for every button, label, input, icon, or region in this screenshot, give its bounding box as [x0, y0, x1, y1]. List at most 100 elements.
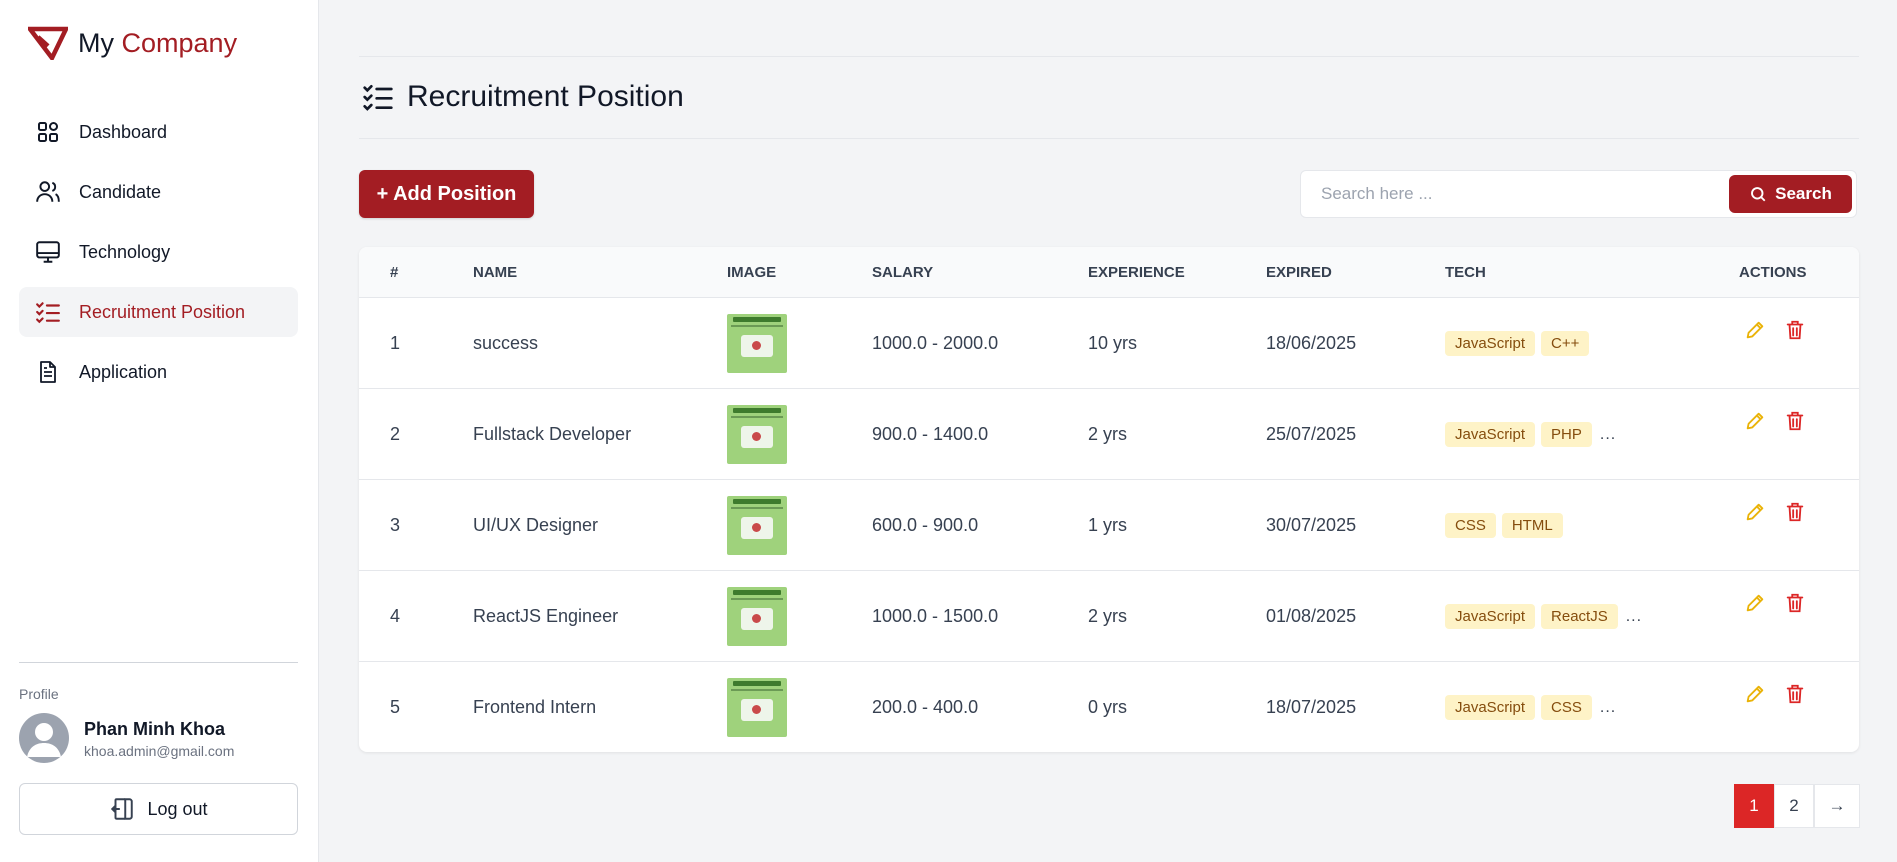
table-row: 3 UI/UX Designer 600.0 - 900.0 1 yrs 30/… [359, 480, 1859, 571]
col-header-index[interactable]: # [390, 264, 398, 281]
trash-icon [1786, 593, 1804, 613]
sidebar-item-dashboard[interactable]: Dashboard [19, 107, 298, 157]
salary-range: 600.0 - 900.0 [872, 515, 979, 535]
tech-tags: CSS HTML [1445, 513, 1569, 538]
sidebar-item-recruitment-position[interactable]: Recruitment Position [19, 287, 298, 337]
col-header-experience[interactable]: EXPERIENCE [1088, 264, 1185, 281]
position-image [727, 405, 787, 464]
position-image [727, 678, 787, 737]
experience: 2 yrs [1088, 606, 1128, 626]
position-name: success [473, 333, 539, 353]
brand-logo[interactable]: My Company [28, 26, 237, 60]
next-page-button[interactable]: → [1814, 784, 1860, 828]
top-divider [359, 56, 1859, 57]
logout-icon [111, 798, 134, 820]
table-row: 5 Frontend Intern 200.0 - 400.0 0 yrs 18… [359, 662, 1859, 752]
col-header-expired[interactable]: EXPIRED [1266, 264, 1332, 281]
add-position-button[interactable]: + Add Position [359, 170, 534, 218]
list-check-icon [35, 299, 61, 325]
tech-tags: JavaScript C++ [1445, 331, 1595, 356]
sidebar-item-label: Application [79, 361, 168, 382]
table-header: # NAME IMAGE SALARY EXPERIENCE EXPIRED T… [359, 247, 1859, 298]
table-row: 4 ReactJS Engineer 1000.0 - 1500.0 2 yrs… [359, 571, 1859, 662]
pencil-icon [1746, 594, 1764, 612]
recruitment-thumbnail [727, 314, 787, 373]
profile-section-label: Profile [19, 686, 59, 702]
col-header-image[interactable]: IMAGE [727, 264, 776, 281]
recruitment-thumbnail [727, 496, 787, 555]
more-tags-indicator[interactable]: ... [1600, 426, 1616, 444]
table-row: 2 Fullstack Developer 900.0 - 1400.0 2 y… [359, 389, 1859, 480]
delete-button[interactable] [1781, 316, 1809, 344]
trash-icon [1786, 320, 1804, 340]
sidebar-item-label: Recruitment Position [79, 301, 246, 322]
edit-button[interactable] [1741, 680, 1769, 708]
expired-date: 18/07/2025 [1266, 697, 1357, 717]
row-actions [1741, 407, 1821, 435]
row-actions [1741, 589, 1821, 617]
page-button-2[interactable]: 2 [1774, 784, 1814, 828]
logo-mark-icon [28, 26, 68, 60]
expired-date: 30/07/2025 [1266, 515, 1357, 535]
brand-name: My Company [78, 27, 238, 58]
col-header-salary[interactable]: SALARY [872, 264, 933, 281]
positions-table: # NAME IMAGE SALARY EXPERIENCE EXPIRED T… [359, 247, 1859, 752]
avatar[interactable] [19, 713, 69, 763]
edit-button[interactable] [1741, 589, 1769, 617]
row-actions [1741, 316, 1821, 344]
delete-button[interactable] [1781, 498, 1809, 526]
edit-button[interactable] [1741, 316, 1769, 344]
sidebar: My Company Dashboard Candidate Technolog… [0, 0, 319, 862]
salary-range: 1000.0 - 1500.0 [872, 606, 999, 626]
pencil-icon [1746, 685, 1764, 703]
more-tags-indicator[interactable]: ... [1626, 608, 1642, 626]
delete-button[interactable] [1781, 589, 1809, 617]
user-avatar-icon [27, 723, 61, 757]
monitor-icon [35, 239, 61, 265]
salary-range: 900.0 - 1400.0 [872, 424, 989, 444]
more-tags-indicator[interactable]: ... [1600, 699, 1616, 717]
sidebar-item-label: Technology [79, 241, 171, 262]
search-button-label: Search [1775, 184, 1832, 203]
sidebar-item-candidate[interactable]: Candidate [19, 167, 298, 217]
logout-button[interactable]: Log out [19, 783, 298, 835]
row-index: 3 [390, 515, 401, 535]
col-header-name[interactable]: NAME [473, 264, 517, 281]
sidebar-item-technology[interactable]: Technology [19, 227, 298, 277]
tech-tags: JavaScript CSS... [1445, 695, 1616, 720]
profile-name: Phan Minh Khoa [84, 719, 225, 739]
page-title: Recruitment Position [407, 80, 684, 113]
expired-date: 25/07/2025 [1266, 424, 1357, 444]
experience: 10 yrs [1088, 333, 1138, 353]
expired-date: 01/08/2025 [1266, 606, 1357, 626]
row-index: 2 [390, 424, 401, 444]
profile-email: khoa.admin@gmail.com [84, 743, 235, 759]
edit-button[interactable] [1741, 407, 1769, 435]
expired-date: 18/06/2025 [1266, 333, 1357, 353]
delete-button[interactable] [1781, 407, 1809, 435]
row-index: 5 [390, 697, 401, 717]
salary-range: 200.0 - 400.0 [872, 697, 979, 717]
search-button[interactable]: Search [1729, 175, 1852, 213]
delete-button[interactable] [1781, 680, 1809, 708]
tech-tag: JavaScript [1445, 695, 1536, 720]
sidebar-divider [19, 662, 298, 663]
pagination: 1 2 → [1734, 784, 1860, 828]
sidebar-item-application[interactable]: Application [19, 347, 298, 397]
edit-button[interactable] [1741, 498, 1769, 526]
col-header-tech[interactable]: TECH [1445, 264, 1486, 281]
recruitment-thumbnail [727, 587, 787, 646]
trash-icon [1786, 411, 1804, 431]
tech-tags: JavaScript PHP... [1445, 422, 1616, 447]
dashboard-grid-icon [35, 119, 61, 145]
col-header-actions: ACTIONS [1739, 264, 1807, 281]
tech-tags: JavaScript ReactJS... [1445, 604, 1642, 629]
tech-tag: PHP [1541, 422, 1592, 447]
recruitment-thumbnail [727, 678, 787, 737]
search-input[interactable] [1301, 171, 1731, 217]
pencil-icon [1746, 321, 1764, 339]
document-icon [35, 359, 61, 385]
page-button-1[interactable]: 1 [1734, 784, 1774, 828]
table-row: 1 success 1000.0 - 2000.0 10 yrs 18/06/2… [359, 298, 1859, 389]
tech-tag: HTML [1501, 513, 1563, 538]
